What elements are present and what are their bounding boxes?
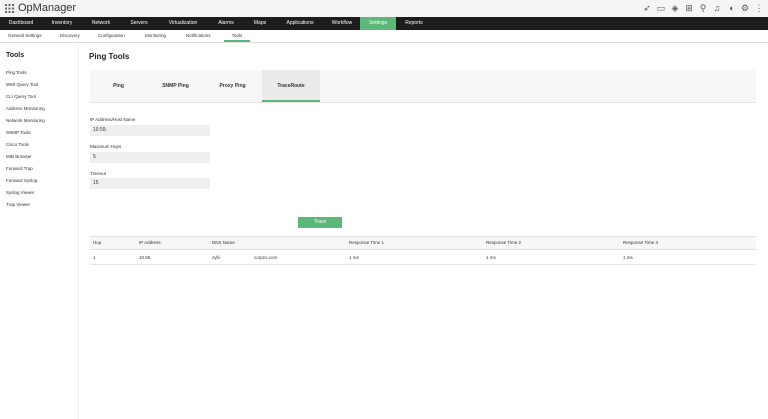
subnav-monitoring[interactable]: Monitoring <box>145 30 166 42</box>
sidebar-item-ping-tools[interactable]: Ping Tools <box>6 70 27 75</box>
subnav-discovery[interactable]: Discovery <box>60 30 80 42</box>
bell-icon[interactable]: ♫ <box>712 2 722 14</box>
gear-icon[interactable]: ⚙ <box>740 2 750 14</box>
subnav-tools[interactable]: Tools <box>224 30 250 42</box>
tab-snmp-ping[interactable]: SNMP Ping <box>147 70 204 102</box>
col-response-time-2: Response Time 2 <box>486 240 522 245</box>
tab-traceroute[interactable]: TraceRoute <box>262 70 320 102</box>
ip-input[interactable]: 10.59. <box>90 125 210 136</box>
trace-button[interactable]: Trace <box>298 217 342 228</box>
table-row[interactable]: 1 10.59. zylli- corpzo.com 1 ms 1 ms 1 m… <box>90 250 756 265</box>
cell-ip: 10.59. <box>139 255 152 260</box>
sidebar: Tools Ping Tools WMI Query Tool CLI Quer… <box>0 43 79 419</box>
cell-rt1: 1 ms <box>349 255 359 260</box>
sidebar-item-syslog-viewer[interactable]: Syslog Viewer <box>6 190 34 195</box>
sidebar-title: Tools <box>6 52 25 59</box>
app-title: OpManager <box>18 2 77 14</box>
subnav-notifications[interactable]: Notifications <box>186 30 211 42</box>
nav-alarms[interactable]: Alarms <box>208 17 244 30</box>
col-ip-address: IP Address <box>139 240 161 245</box>
timeout-input[interactable]: 15 <box>90 178 210 189</box>
col-response-time-3: Response Time 3 <box>623 240 659 245</box>
nav-virtualization[interactable]: Virtualization <box>158 17 208 30</box>
sidebar-item-mib-browser[interactable]: MIB Browser <box>6 154 32 159</box>
sidebar-item-trap-viewer[interactable]: Trap Viewer <box>6 202 30 207</box>
table-header: Hop IP Address DNS Name Response Time 1 … <box>90 236 756 250</box>
nav-settings[interactable]: Settings <box>360 17 396 30</box>
max-hops-label: Maximum Hops <box>90 144 122 149</box>
col-hop: Hop <box>93 240 102 245</box>
cell-rt2: 1 ms <box>486 255 496 260</box>
nav-network[interactable]: Network <box>82 17 120 30</box>
chip-icon[interactable]: ◈ <box>670 2 680 14</box>
tab-proxy-ping[interactable]: Proxy Ping <box>204 70 261 102</box>
sidebar-item-forward-trap[interactable]: Forward Trap <box>6 166 33 171</box>
nav-applications[interactable]: Applications <box>276 17 324 30</box>
more-icon[interactable]: ⋮ <box>754 2 764 14</box>
subnav-configuration[interactable]: Configuration <box>98 30 125 42</box>
page-title: Ping Tools <box>89 52 130 61</box>
tab-ping[interactable]: Ping <box>90 70 147 102</box>
nav-workflow[interactable]: Workflow <box>324 17 360 30</box>
sidebar-item-network-monitoring[interactable]: Network Monitoring <box>6 118 45 123</box>
nav-inventory[interactable]: Inventory <box>42 17 82 30</box>
col-dns-name: DNS Name <box>212 240 235 245</box>
ip-label: IP Address/Host Name <box>90 117 136 122</box>
nav-servers[interactable]: Servers <box>120 17 158 30</box>
cell-dns-domain: corpzo.com <box>254 255 278 260</box>
sidebar-item-snmp-tools[interactable]: SNMP Tools <box>6 130 31 135</box>
nav-maps[interactable]: Maps <box>244 17 276 30</box>
nav-dashboard[interactable]: Dashboard <box>0 17 42 30</box>
header-actions: ➶ ▭ ◈ ⊞ ⚲ ♫ ◖ ⚙ ⋮ <box>642 2 764 14</box>
search-icon[interactable]: ⚲ <box>698 2 708 14</box>
rocket-icon[interactable]: ➶ <box>642 2 652 14</box>
grid-icon[interactable] <box>5 4 14 13</box>
sidebar-item-wmi-query-tool[interactable]: WMI Query Tool <box>6 82 38 87</box>
main-nav: Dashboard Inventory Network Servers Virt… <box>0 17 768 30</box>
cell-hop: 1 <box>93 255 96 260</box>
sidebar-item-cli-query-tool[interactable]: CLI Query Tool <box>6 94 36 99</box>
top-bar: OpManager ➶ ▭ ◈ ⊞ ⚲ ♫ ◖ ⚙ ⋮ <box>0 0 768 17</box>
nav-reports[interactable]: Reports <box>396 17 432 30</box>
col-response-time-1: Response Time 1 <box>349 240 385 245</box>
cell-rt3: 1 ms <box>623 255 633 260</box>
max-hops-input[interactable]: 5 <box>90 152 210 163</box>
megaphone-icon[interactable]: ◖ <box>726 2 736 14</box>
sidebar-item-forward-syslog[interactable]: Forward Syslog <box>6 178 37 183</box>
sub-nav: General Settings Discovery Configuration… <box>0 30 768 43</box>
sidebar-item-address-monitoring[interactable]: Address Monitoring <box>6 106 45 111</box>
timeout-label: Timeout <box>90 171 107 176</box>
subnav-general-settings[interactable]: General Settings <box>8 30 42 42</box>
sidebar-item-cisco-tools[interactable]: Cisco Tools <box>6 142 29 147</box>
gift-icon[interactable]: ⊞ <box>684 2 694 14</box>
tool-tabs: Ping SNMP Ping Proxy Ping TraceRoute <box>90 70 756 103</box>
cell-dns-host: zylli- <box>212 255 221 260</box>
monitor-icon[interactable]: ▭ <box>656 2 666 14</box>
